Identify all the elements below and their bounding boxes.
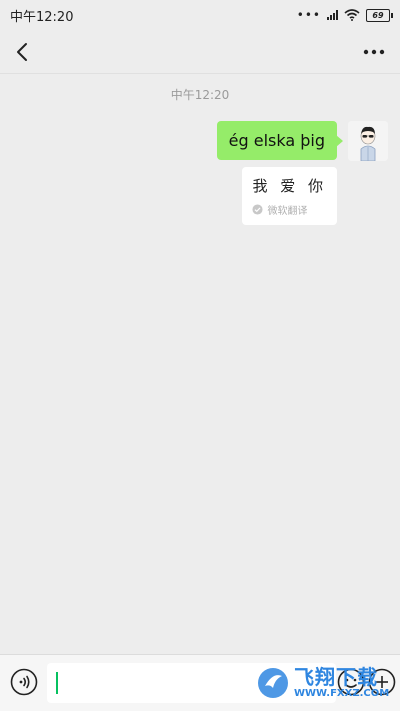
emoji-icon bbox=[337, 668, 365, 696]
translation-source-label: 微软翻译 bbox=[267, 206, 308, 217]
translation-text: 我 爱 你 bbox=[252, 177, 327, 195]
input-bar bbox=[0, 654, 400, 711]
more-button[interactable] bbox=[360, 38, 388, 66]
plus-button[interactable] bbox=[368, 668, 396, 696]
avatar-illustration-icon bbox=[348, 121, 388, 161]
message-timestamp: 中午12:20 bbox=[170, 88, 230, 102]
sent-message-bubble[interactable]: ég elska þig bbox=[216, 121, 344, 160]
translation-card[interactable]: 我 爱 你 微软翻译 bbox=[242, 167, 337, 225]
text-cursor bbox=[56, 672, 58, 694]
back-button[interactable] bbox=[8, 38, 36, 66]
status-time: 中午12:20 bbox=[10, 9, 74, 25]
avatar[interactable] bbox=[348, 121, 388, 161]
translation-source: 微软翻译 bbox=[252, 202, 327, 217]
chat-header bbox=[0, 30, 400, 74]
plus-icon bbox=[368, 668, 396, 696]
voice-icon bbox=[10, 668, 38, 696]
battery-icon: 69 bbox=[366, 8, 393, 22]
more-dots-status-icon: ••• bbox=[296, 8, 321, 22]
more-dots-icon bbox=[363, 49, 385, 54]
status-icons: ••• 69 bbox=[296, 8, 393, 22]
status-bar: 中午12:20 ••• 69 bbox=[0, 0, 400, 30]
chevron-left-icon bbox=[17, 42, 27, 61]
voice-button[interactable] bbox=[10, 668, 38, 696]
signal-icon bbox=[327, 10, 338, 20]
message-input[interactable] bbox=[47, 663, 336, 703]
emoji-button[interactable] bbox=[337, 668, 365, 696]
wifi-icon bbox=[344, 9, 360, 21]
check-circle-icon bbox=[252, 204, 263, 215]
